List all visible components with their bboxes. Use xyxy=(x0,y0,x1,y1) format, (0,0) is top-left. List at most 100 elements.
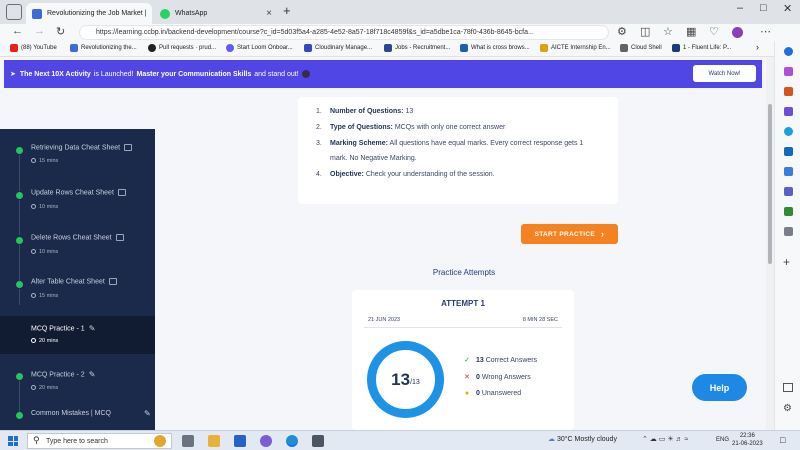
bookmark-fluent-life[interactable]: 1 - Fluent Life: P... xyxy=(672,44,731,52)
book-icon xyxy=(115,234,124,241)
instruction-label: Marking Scheme: xyxy=(330,140,388,147)
start-practice-button[interactable]: START PRACTICE › xyxy=(521,224,618,244)
bookmark-jobs[interactable]: Jobs - Recruitment... xyxy=(384,44,450,52)
file-explorer-icon[interactable] xyxy=(208,435,220,447)
drop-icon[interactable] xyxy=(784,167,793,176)
language-indicator[interactable]: ENG xyxy=(716,437,729,443)
pencil-icon: ✎ xyxy=(144,409,151,418)
office-icon[interactable] xyxy=(784,187,793,196)
panel-toggle-icon[interactable] xyxy=(783,383,793,392)
collections-icon[interactable]: ▦ xyxy=(686,25,696,38)
clock-icon xyxy=(31,338,36,343)
watch-now-button[interactable]: Watch Now! xyxy=(693,65,756,82)
instruction-label: Objective: xyxy=(330,171,364,178)
score-total: /13 xyxy=(410,379,420,386)
tab-actions-icon[interactable] xyxy=(6,4,22,20)
bookmark-aicte[interactable]: AICTE Internship En... xyxy=(540,44,611,52)
clock-icon xyxy=(31,385,36,390)
taskbar-clock[interactable]: 22:36 21-06-2023 xyxy=(732,432,763,448)
tab-whatsapp[interactable]: WhatsApp × xyxy=(154,3,278,24)
close-tab-icon[interactable]: × xyxy=(260,8,272,19)
clock-time: 22:36 xyxy=(739,433,755,439)
cloudinary-icon xyxy=(304,44,312,52)
taskbar-search-input[interactable]: ⚲ Type here to search xyxy=(27,433,172,449)
edge-icon[interactable] xyxy=(286,435,298,447)
windows-start-icon[interactable] xyxy=(8,436,18,446)
scrollbar-thumb[interactable] xyxy=(768,104,772,264)
search-icon: ⚲ xyxy=(33,435,40,445)
bookmark-label: What is cross brows... xyxy=(471,45,530,51)
bookmark-loom[interactable]: Start Loom Onboar... xyxy=(226,44,293,52)
forward-icon[interactable]: → xyxy=(34,25,45,37)
progress-line xyxy=(19,289,20,305)
bookmark-cloudinary[interactable]: Cloudinary Manage... xyxy=(304,44,372,52)
back-icon[interactable]: ← xyxy=(12,25,23,37)
progress-line xyxy=(19,200,20,217)
instruction-text: Check your understanding of the session. xyxy=(365,171,495,178)
stat-count: 0 xyxy=(476,390,480,397)
sidebar-item-delete-rows[interactable]: Delete Rows Cheat Sheet 10 mins xyxy=(0,217,155,261)
system-tray-icons[interactable]: ⌃ ☁ ▭ ☀ ♬ ≈ xyxy=(642,435,688,443)
minimize-button[interactable]: – xyxy=(737,2,743,14)
sidebar-item-title: MCQ Practice - 1 ✎ xyxy=(31,324,95,333)
add-icon[interactable]: + xyxy=(783,255,790,269)
refresh-icon[interactable]: ↻ xyxy=(56,25,65,38)
task-view-icon[interactable] xyxy=(182,435,194,447)
close-tab-icon[interactable]: × xyxy=(146,8,152,19)
share-icon[interactable] xyxy=(784,207,793,216)
tab-revolutionizing[interactable]: Revolutionizing the Job Market | × xyxy=(26,3,152,24)
notifications-icon[interactable]: □ xyxy=(780,435,785,445)
sidebar-item-alter-table[interactable]: Alter Table Cheat Sheet 15 mins xyxy=(0,261,155,305)
address-bar-row: ← → ↻ https://learning.ccbp.in/backend-d… xyxy=(0,24,800,41)
bookmark-revolutionizing[interactable]: Revolutionizing the... xyxy=(70,44,137,52)
settings-icon[interactable]: ⚙ xyxy=(783,403,792,414)
jobs-icon xyxy=(384,44,392,52)
more-menu-icon[interactable]: ⋯ xyxy=(760,25,771,38)
banner-strong: Master your Communication Skills xyxy=(136,70,252,78)
new-tab-button[interactable]: + xyxy=(283,3,291,18)
url-input[interactable]: https://learning.ccbp.in/backend-develop… xyxy=(79,25,609,40)
sidebar-item-retrieving-data[interactable]: Retrieving Data Cheat Sheet 15 mins xyxy=(0,129,155,173)
search-placeholder: Type here to search xyxy=(46,437,108,445)
app-icon[interactable] xyxy=(312,435,324,447)
bookmark-cross-browser[interactable]: What is cross brows... xyxy=(460,44,530,52)
more-bookmarks-icon[interactable]: › xyxy=(756,42,759,52)
weather-widget[interactable]: ☁ 30°C Mostly cloudy xyxy=(548,435,617,443)
browser-essentials-icon[interactable]: ♡ xyxy=(709,25,719,38)
mail-icon[interactable] xyxy=(234,435,246,447)
close-window-button[interactable]: ✕ xyxy=(783,2,792,15)
sidebar-item-mcq-practice-2[interactable]: MCQ Practice - 2 ✎ 20 mins xyxy=(0,354,155,398)
favorites-icon[interactable]: ☆ xyxy=(663,25,673,38)
bookmark-youtube[interactable]: (88) YouTube xyxy=(10,44,57,52)
tag-icon[interactable] xyxy=(784,67,793,76)
bookmark-cloud-shell[interactable]: Cloud Shell xyxy=(620,44,662,52)
split-screen-icon[interactable]: ◫ xyxy=(640,25,650,38)
extension-icon[interactable] xyxy=(784,227,793,236)
correct-stat: ✓ 13 Correct Answers xyxy=(462,356,537,364)
attempt-card: ATTEMPT 1 21 JUN 2023 8 MIN 28 SEC 13 /1… xyxy=(352,290,574,430)
outlook-icon[interactable] xyxy=(784,147,793,156)
edge-sidebar: + ⚙ xyxy=(774,41,800,430)
sidebar-item-mcq-practice-1[interactable]: MCQ Practice - 1 ✎ 20 mins xyxy=(0,316,155,354)
sidebar-item-label: Delete Rows Cheat Sheet xyxy=(31,234,112,242)
maximize-button[interactable]: □ xyxy=(760,2,767,14)
bookmark-pull-requests[interactable]: Pull requests · prud... xyxy=(148,44,216,52)
profile-avatar[interactable] xyxy=(732,27,743,38)
sidebar-item-title: Delete Rows Cheat Sheet xyxy=(31,234,124,241)
bookmark-label: Pull requests · prud... xyxy=(159,45,217,51)
attempt-title: ATTEMPT 1 xyxy=(441,299,485,308)
teams-icon[interactable] xyxy=(260,435,272,447)
clock-date: 21-06-2023 xyxy=(732,441,763,447)
help-button[interactable]: Help xyxy=(692,374,747,401)
games-icon[interactable] xyxy=(784,107,793,116)
completed-icon xyxy=(16,412,23,419)
copilot-icon[interactable] xyxy=(784,127,793,136)
bing-chat-icon[interactable] xyxy=(784,47,793,56)
tools-icon[interactable] xyxy=(784,87,793,96)
announcement-banner: ➤ The Next 10X Activity is Launched! Mas… xyxy=(4,60,762,88)
instruction-number: 2. xyxy=(316,124,322,131)
sidebar-item-update-rows[interactable]: Update Rows Cheat Sheet 10 mins xyxy=(0,173,155,217)
page-scrollbar[interactable] xyxy=(766,57,774,430)
extensions-icon[interactable]: ⚙ xyxy=(617,25,627,38)
sidebar-item-common-mistakes[interactable]: Common Mistakes | MCQ ✎ xyxy=(0,398,155,430)
